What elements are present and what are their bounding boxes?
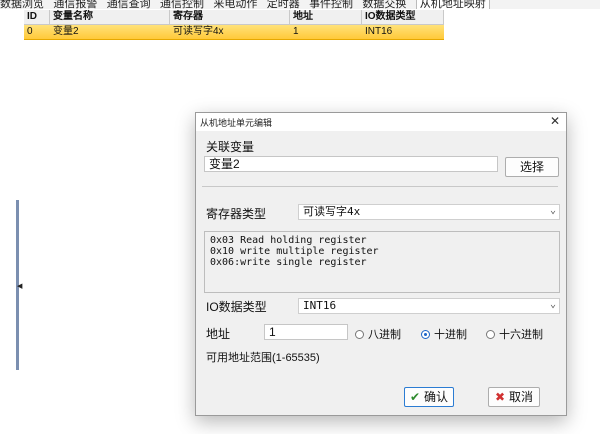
- menu-item-comm-alarm[interactable]: 通信报警: [53, 0, 97, 9]
- dialog-title: 从机地址单元编辑: [200, 118, 273, 128]
- menu-item-data-exchange[interactable]: 数据交换: [362, 0, 406, 9]
- ok-button-label: 确认: [424, 390, 449, 404]
- cancel-button-label: 取消: [509, 390, 534, 404]
- divider: [202, 186, 558, 187]
- function-code-line: 0x06:write single register: [210, 257, 367, 268]
- choose-button[interactable]: 选择: [505, 157, 559, 177]
- register-type-select[interactable]: 可读写字4x ⌄: [298, 204, 560, 220]
- cell-io-type: INT16: [365, 26, 393, 37]
- dialog-titlebar[interactable]: 从机地址单元编辑 ✕: [196, 113, 566, 131]
- address-range-text: 可用地址范围(1-65535): [206, 352, 320, 364]
- table-header: ID 变量名称 寄存器 地址 IO数据类型: [24, 10, 444, 25]
- header-var-name[interactable]: 变量名称: [50, 10, 170, 24]
- cross-icon: ✖: [494, 390, 506, 404]
- radio-selected-icon: [421, 329, 430, 339]
- menu-item-comm-control[interactable]: 通信控制: [160, 0, 204, 9]
- menu-item-data-browse[interactable]: 数据浏览: [0, 0, 44, 9]
- close-icon[interactable]: ✕: [550, 114, 560, 128]
- menu-item-slave-mapping[interactable]: 从机地址映射: [415, 0, 490, 9]
- io-type-label: IO数据类型: [206, 300, 267, 314]
- ok-button[interactable]: ✔ 确认: [404, 387, 454, 407]
- menu-item-timer[interactable]: 定时器: [267, 0, 300, 9]
- address-field[interactable]: 1: [264, 324, 348, 340]
- register-type-value: 可读写字4x: [303, 205, 361, 218]
- radix-decimal-label: 十进制: [434, 329, 467, 341]
- radio-icon: [355, 329, 364, 339]
- function-code-line: 0x03 Read holding register: [210, 235, 367, 246]
- cancel-button[interactable]: ✖ 取消: [488, 387, 540, 407]
- header-register[interactable]: 寄存器: [170, 10, 290, 24]
- menu-bar: 数据浏览 通信报警 通信查询 通信控制 来电动作 定时器 事件控制 数据交换 从…: [0, 0, 600, 9]
- cell-id: 0: [27, 26, 33, 37]
- chevron-down-icon: ⌄: [549, 205, 556, 216]
- register-type-label: 寄存器类型: [206, 207, 267, 221]
- header-io-type[interactable]: IO数据类型: [362, 10, 444, 24]
- radix-hex-radio[interactable]: 十六进制: [486, 326, 543, 342]
- check-icon: ✔: [409, 390, 421, 404]
- header-id[interactable]: ID: [24, 10, 50, 24]
- cell-address: 1: [293, 26, 299, 37]
- address-label: 地址: [206, 327, 231, 341]
- io-type-select[interactable]: INT16 ⌄: [298, 298, 560, 314]
- function-code-memo: 0x03 Read holding register 0x10 write mu…: [204, 231, 560, 293]
- cell-var-name: 变量2: [53, 26, 79, 37]
- menu-item-comm-query[interactable]: 通信查询: [107, 0, 151, 9]
- table-row[interactable]: 0 变量2 可读写字4x 1 INT16: [24, 25, 444, 40]
- chevron-down-icon: ⌄: [549, 299, 556, 310]
- radio-icon: [486, 329, 495, 339]
- linked-var-field[interactable]: 变量2: [204, 156, 498, 172]
- mapping-table: ID 变量名称 寄存器 地址 IO数据类型 0 变量2 可读写字4x 1 INT…: [24, 10, 444, 40]
- menu-item-power-action[interactable]: 来电动作: [213, 0, 257, 9]
- radix-octal-radio[interactable]: 八进制: [355, 326, 401, 342]
- radix-hex-label: 十六进制: [499, 329, 543, 341]
- io-type-value: INT16: [303, 299, 337, 312]
- collapse-left-icon[interactable]: ◀: [17, 282, 22, 290]
- linked-var-label: 关联变量: [206, 140, 255, 154]
- cell-register: 可读写字4x: [173, 26, 224, 37]
- slave-address-edit-dialog: 从机地址单元编辑 ✕ 关联变量 变量2 选择 寄存器类型 可读写字4x ⌄ 0x…: [195, 112, 567, 416]
- function-code-line: 0x10 write multiple register: [210, 246, 379, 257]
- radix-decimal-radio[interactable]: 十进制: [421, 326, 467, 342]
- menu-item-event-control[interactable]: 事件控制: [309, 0, 353, 9]
- header-address[interactable]: 地址: [290, 10, 362, 24]
- radix-octal-label: 八进制: [368, 329, 401, 341]
